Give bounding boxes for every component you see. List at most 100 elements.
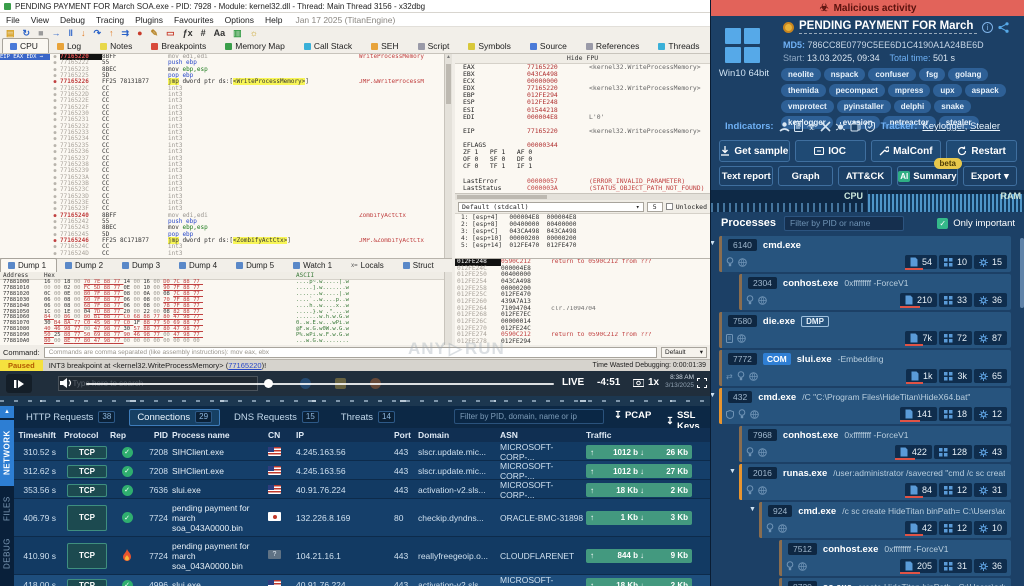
stop-icon[interactable]: ■ xyxy=(38,28,43,38)
dump-tab-struct[interactable]: Struct xyxy=(395,258,445,272)
tag-pecompact[interactable]: pecompact xyxy=(829,84,885,97)
connection-row[interactable]: 310.52 sTCP✓7208SIHClient.exe4.245.163.5… xyxy=(14,442,710,461)
stack-row[interactable]: 012FE254043CA498 xyxy=(455,279,710,286)
patch-icon[interactable]: ▭ xyxy=(166,28,175,39)
playback-timeline[interactable] xyxy=(86,383,554,385)
menu-item-file[interactable]: File xyxy=(6,15,20,25)
debugger-tab-threads[interactable]: Threads xyxy=(650,38,710,53)
expand-arrow-icon[interactable]: ▼ xyxy=(749,506,756,513)
sidebar-tab-network[interactable]: NETWORK xyxy=(0,420,14,486)
dump-tab-locals[interactable]: x=Locals xyxy=(343,258,395,272)
expand-arrow-icon[interactable]: ▼ xyxy=(711,240,716,247)
disassembly-view[interactable]: EIP EAX EDX →●771652208BFFmov edi,ediWri… xyxy=(0,54,452,258)
debugger-tab-call-stack[interactable]: Call Stack xyxy=(296,38,363,53)
menu-item-help[interactable]: Help xyxy=(265,15,282,25)
stack-row[interactable]: 012FE26C00000014 xyxy=(455,319,710,326)
events-count[interactable]: 10 xyxy=(974,521,1007,535)
modules-count[interactable]: 128 xyxy=(934,445,972,459)
edit-icon[interactable]: ✎ xyxy=(151,28,159,39)
events-count[interactable]: 15 xyxy=(974,255,1007,269)
debugger-tab-breakpoints[interactable]: Breakpoints xyxy=(143,38,217,53)
connection-row[interactable]: 353.56 sTCP✓7636slui.exe40.91.76.224443a… xyxy=(14,480,710,499)
only-important-toggle[interactable]: ✓Only important xyxy=(937,218,1015,229)
register-line[interactable]: ESI01544218 xyxy=(455,107,710,114)
column-header-pid[interactable]: PID xyxy=(144,430,172,440)
events-count[interactable]: 43 xyxy=(974,445,1007,459)
register-line[interactable]: EIP77165220<kernel32.WriteProcessMemory> xyxy=(455,128,710,135)
text-report-button[interactable]: Text report xyxy=(719,166,773,186)
memory-icon[interactable]: ▥ xyxy=(233,28,242,39)
stack-view[interactable]: 012FE2480590C212return to 0590C212 from … xyxy=(455,258,710,345)
argument-line[interactable]: 3: [esp+C] 043CA498 043CA498 xyxy=(455,228,710,235)
tag-upx[interactable]: upx xyxy=(933,84,961,97)
modules-count[interactable]: 18 xyxy=(939,407,972,421)
files-count[interactable]: 1k xyxy=(906,369,938,383)
dump-tab-dump-2[interactable]: Dump 2 xyxy=(57,258,114,272)
live-indicator[interactable]: LIVE xyxy=(562,377,584,388)
breakpoint-icon[interactable]: ● xyxy=(137,28,142,38)
breakpoint-dot[interactable]: ● xyxy=(50,251,60,257)
command-input[interactable]: Commands are comma separated (like assem… xyxy=(44,347,657,358)
hex-dump-view[interactable]: AddressHexASCII 7788100016 00 18 00 70 7… xyxy=(0,272,452,345)
debugger-tab-script[interactable]: Script xyxy=(410,38,461,53)
settings-icon[interactable]: ☼ xyxy=(250,28,258,38)
pcap-download-button[interactable]: ↧PCAP xyxy=(614,410,651,421)
stack-row[interactable]: 012FE2480590C212return to 0590C212 from … xyxy=(455,259,710,266)
dump-tab-dump-4[interactable]: Dump 4 xyxy=(171,258,228,272)
volume-icon[interactable] xyxy=(60,377,73,389)
registers-pane[interactable]: Hide FPU EAX77165220<kernel32.WriteProce… xyxy=(455,54,710,200)
argument-line[interactable]: 4: [esp+10] 00000200 00000200 xyxy=(455,235,710,242)
play-controls-button[interactable] xyxy=(6,374,32,393)
files-count[interactable]: 422 xyxy=(895,445,932,459)
font-icon[interactable]: Aa xyxy=(214,28,226,38)
column-header-domain[interactable]: Domain xyxy=(418,430,500,440)
tag-vmprotect[interactable]: vmprotect xyxy=(781,100,834,113)
debugger-tab-notes[interactable]: Notes xyxy=(92,38,143,53)
task-title[interactable]: PENDING PAYMENT FOR March SOA.... xyxy=(799,20,977,34)
tag-fsg[interactable]: fsg xyxy=(919,68,945,81)
files-count[interactable]: 210 xyxy=(900,293,937,307)
step-out-icon[interactable]: ↑ xyxy=(109,28,114,38)
tag-snake[interactable]: snake xyxy=(934,100,971,113)
column-header-asn[interactable]: ASN xyxy=(500,430,586,440)
process-row-7968[interactable]: 7968conhost.exe0xffffffff -ForceV1422128… xyxy=(739,426,1011,462)
stack-row[interactable]: 012FE25000400000 xyxy=(455,272,710,279)
stack-row[interactable]: 012FE268012FE7EC xyxy=(455,312,710,319)
command-scope-select[interactable]: Default▾ xyxy=(661,347,707,358)
process-row-7512[interactable]: 7512conhost.exe0xffffffff -ForceV1205313… xyxy=(779,540,1011,576)
restart-icon[interactable]: ↻ xyxy=(23,28,31,39)
register-line[interactable] xyxy=(455,135,710,142)
menu-item-plugins[interactable]: Plugins xyxy=(135,15,163,25)
calling-convention-select[interactable]: Default (stdcall)▾ xyxy=(458,202,644,212)
tracker-link-stealer[interactable]: Stealer xyxy=(970,121,1000,132)
column-header-process-name[interactable]: Process name xyxy=(172,430,268,440)
process-row-924[interactable]: ▼924cmd.exe/c sc create HideTitan binPat… xyxy=(759,502,1011,538)
stack-row[interactable]: 012FE25800000200 xyxy=(455,286,710,293)
hash-icon[interactable]: # xyxy=(201,28,206,38)
step-into-icon[interactable]: ↓ xyxy=(81,28,86,38)
column-header-cn[interactable]: CN xyxy=(268,430,296,440)
files-count[interactable]: 141 xyxy=(900,407,937,421)
export-button[interactable]: Export▾ xyxy=(963,166,1017,186)
menu-item-tracing[interactable]: Tracing xyxy=(96,15,124,25)
debugger-tab-symbols[interactable]: Symbols xyxy=(460,38,522,53)
stack-row[interactable]: 012FE24C000004E8 xyxy=(455,266,710,273)
tag-nspack[interactable]: nspack xyxy=(824,68,866,81)
network-tab-connections[interactable]: Connections29 xyxy=(129,409,220,426)
dump-scrollbar[interactable] xyxy=(444,272,452,345)
events-count[interactable]: 36 xyxy=(974,293,1007,307)
tag-pyinstaller[interactable]: pyinstaller xyxy=(837,100,891,113)
files-count[interactable]: 7k xyxy=(905,331,937,345)
collapse-panel-arrow[interactable]: ▲ xyxy=(0,406,14,418)
disassembly-scrollbar[interactable]: ▲ xyxy=(444,54,452,258)
stack-row[interactable]: 012FE260439A7A13 xyxy=(455,299,710,306)
step-over-icon[interactable]: ↷ xyxy=(93,28,101,39)
tag-mpress[interactable]: mpress xyxy=(888,84,930,97)
run-to-user-icon[interactable]: ⇉ xyxy=(122,28,130,39)
column-header-ip[interactable]: IP xyxy=(296,430,384,440)
playback-speed[interactable]: 1x xyxy=(648,377,659,388)
argument-line[interactable]: 1: [esp+4] 000004E8 000004E8 xyxy=(455,214,710,221)
run-icon[interactable]: → xyxy=(52,28,61,38)
fx-icon[interactable]: ƒx xyxy=(183,28,193,38)
network-tab-http-requests[interactable]: HTTP Requests38 xyxy=(18,409,123,426)
